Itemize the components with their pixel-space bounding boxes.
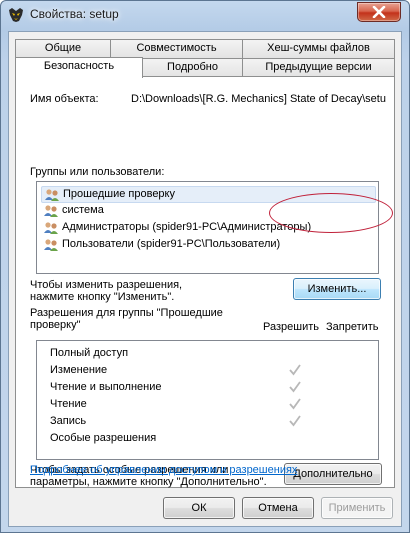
change-hint-line2: нажмите кнопку "Изменить". (30, 291, 175, 303)
tab-compatibility[interactable]: Совместимость (110, 39, 243, 58)
user-group-icon (44, 239, 58, 251)
check-icon (289, 398, 301, 410)
tab-hashes[interactable]: Хеш-суммы файлов (242, 39, 395, 58)
cancel-button[interactable]: Отмена (242, 497, 314, 519)
permission-name: Чтение и выполнение (50, 381, 162, 393)
deny-column-header: Запретить (326, 321, 379, 333)
apply-button[interactable]: Применить (321, 497, 393, 519)
check-icon (289, 415, 301, 427)
highlight-ring (269, 193, 393, 233)
list-item-label: система (62, 204, 104, 216)
check-icon (289, 364, 301, 376)
ok-button[interactable]: ОК (163, 497, 235, 519)
permission-name: Чтение (50, 398, 87, 410)
table-row: Чтение (37, 396, 378, 413)
object-name-label: Имя объекта: (30, 93, 99, 105)
list-item-label: Администраторы (spider91-PC\Администрато… (62, 221, 312, 233)
close-button[interactable] (357, 2, 401, 22)
user-group-icon (44, 205, 58, 217)
table-row: Полный доступ (37, 345, 378, 362)
list-item-label: Прошедшие проверку (63, 188, 175, 200)
change-hint-line1: Чтобы изменить разрешения, (30, 279, 183, 291)
properties-window: Свойства: setup Общие Совместимость Хеш-… (0, 0, 410, 533)
permission-name: Запись (50, 415, 87, 427)
user-group-icon (45, 189, 59, 201)
help-link[interactable]: Подробнее об управлении доступом и разре… (30, 464, 297, 476)
dialog-client-area: Общие Совместимость Хеш-суммы файлов Без… (8, 31, 402, 527)
table-row: Чтение и выполнение (37, 379, 378, 396)
permissions-header-line2: проверку" (30, 319, 81, 331)
security-panel: Имя объекта: D:\Downloads\[R.G. Mechanic… (15, 76, 395, 488)
list-item-label: Пользователи (spider91-PC\Пользователи) (62, 238, 281, 250)
allow-column-header: Разрешить (263, 321, 319, 333)
title-bar[interactable]: Свойства: setup (1, 1, 409, 29)
app-icon (9, 8, 23, 22)
groups-label: Группы или пользователи: (30, 166, 165, 178)
permissions-header-line1: Разрешения для группы "Прошедшие (30, 307, 223, 319)
close-icon (372, 6, 386, 18)
permission-name: Полный доступ (50, 347, 129, 359)
object-name-value: D:\Downloads\[R.G. Mechanics] State of D… (131, 93, 386, 105)
tab-security[interactable]: Безопасность (15, 57, 143, 78)
permissions-list[interactable]: Полный доступ Изменение Чтение и выполне… (36, 340, 379, 460)
permission-name: Изменение (50, 364, 108, 376)
permission-name: Особые разрешения (50, 432, 157, 444)
advanced-button[interactable]: Дополнительно (284, 463, 382, 485)
table-row: Особые разрешения (37, 430, 378, 447)
check-icon (289, 381, 301, 393)
tab-details[interactable]: Подробно (142, 58, 243, 77)
tab-previous-versions[interactable]: Предыдущие версии (242, 58, 395, 77)
advanced-hint-line2: параметры, нажмите кнопку "Дополнительно… (30, 476, 267, 488)
user-group-icon (44, 222, 58, 234)
list-item[interactable]: Пользователи (spider91-PC\Пользователи) (41, 237, 376, 254)
table-row: Запись (37, 413, 378, 430)
window-title: Свойства: setup (30, 7, 119, 21)
tab-general[interactable]: Общие (15, 39, 111, 58)
table-row: Изменение (37, 362, 378, 379)
change-button[interactable]: Изменить... (293, 278, 381, 300)
